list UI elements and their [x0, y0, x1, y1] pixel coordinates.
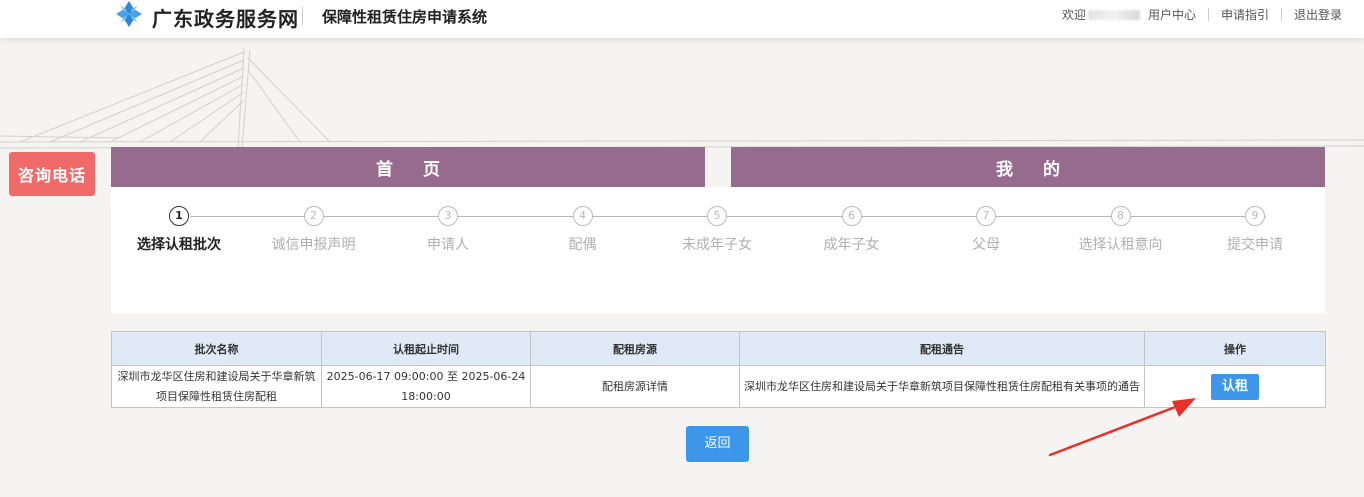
step-label: 配偶: [568, 237, 597, 253]
step-4: 4 配偶: [515, 206, 651, 254]
tab-home[interactable]: 首页: [111, 147, 705, 187]
step-label: 诚信申报声明: [271, 237, 356, 253]
steps-card: 1 选择认租批次 2 诚信申报声明 3 申请人 4 配偶 5 未成年子女 6 成…: [111, 187, 1325, 313]
column-header: 配租房源: [530, 331, 740, 366]
period-cell: 2025-06-17 09:00:00 至 2025-06-24 18:00:0…: [321, 365, 531, 408]
step-8: 8 选择认租意向: [1053, 206, 1189, 254]
step-2: 2 诚信申报声明: [246, 206, 382, 254]
column-header: 批次名称: [111, 331, 322, 366]
column-header: 认租起止时间: [321, 331, 531, 366]
step-number: 2: [303, 206, 324, 226]
top-nav: 欢迎 用户中心 申请指引 退出登录: [1062, 6, 1342, 23]
nav-user-center[interactable]: 用户中心: [1148, 6, 1196, 23]
step-number: 8: [1110, 206, 1131, 226]
step-number: 5: [707, 206, 727, 226]
username-blurred: [1087, 9, 1140, 20]
rent-button[interactable]: 认租: [1211, 373, 1259, 400]
column-header: 配租通告: [739, 331, 1145, 366]
batch-table: 批次名称 认租起止时间 配租房源 配租通告 操作 深圳市龙华区住房和建设局关于华…: [111, 331, 1326, 408]
step-label: 选择认租意向: [1078, 237, 1163, 253]
step-label: 未成年子女: [682, 237, 752, 253]
step-7: 7 父母: [918, 206, 1054, 254]
logo-icon: [116, 1, 142, 27]
step-number: 4: [572, 206, 593, 226]
notice-link[interactable]: 深圳市龙华区住房和建设局关于华章新筑项目保障性租赁住房配租有关事项的通告: [739, 365, 1145, 408]
back-button[interactable]: 返回: [686, 426, 749, 462]
step-9: 9 提交申请: [1187, 206, 1323, 254]
brand-title: 广东政务服务网: [152, 7, 299, 31]
nav-divider: [1280, 8, 1282, 21]
step-number: 1: [169, 206, 189, 226]
top-header: 广东政务服务网 保障性租赁住房申请系统 欢迎 用户中心 申请指引 退出登录: [0, 0, 1364, 38]
step-number: 3: [438, 206, 458, 226]
step-label: 申请人: [427, 237, 469, 253]
table-header-row: 批次名称 认租起止时间 配租房源 配租通告 操作: [111, 331, 1326, 366]
system-name: 保障性租赁住房申请系统: [322, 8, 488, 26]
batch-name-cell: 深圳市龙华区住房和建设局关于华章新筑项目保障性租赁住房配租: [111, 365, 322, 408]
step-3: 3 申请人: [380, 206, 516, 254]
step-6: 6 成年子女: [784, 206, 920, 254]
action-cell: 认租: [1144, 365, 1326, 408]
table-row: 深圳市龙华区住房和建设局关于华章新筑项目保障性租赁住房配租 2025-06-17…: [111, 365, 1326, 408]
step-label: 提交申请: [1227, 237, 1283, 253]
nav-guide[interactable]: 申请指引: [1221, 6, 1269, 23]
column-header: 操作: [1144, 331, 1326, 366]
welcome-text: 欢迎: [1061, 8, 1086, 22]
step-number: 9: [1245, 206, 1265, 226]
nav-divider: [1207, 8, 1209, 21]
tab-mine[interactable]: 我的: [731, 147, 1325, 187]
step-label: 成年子女: [823, 237, 880, 253]
consult-phone-tab[interactable]: 咨询电话: [9, 152, 95, 196]
step-number: 7: [976, 206, 996, 226]
step-label: 父母: [972, 237, 1000, 253]
step-5: 5 未成年子女: [649, 206, 785, 254]
step-label: 选择认租批次: [137, 237, 221, 253]
step-1: 1 选择认租批次: [111, 206, 247, 254]
step-number: 6: [841, 206, 862, 226]
nav-logout[interactable]: 退出登录: [1294, 6, 1342, 23]
housing-detail-link[interactable]: 配租房源详情: [530, 365, 740, 408]
brand-divider: [302, 7, 303, 25]
